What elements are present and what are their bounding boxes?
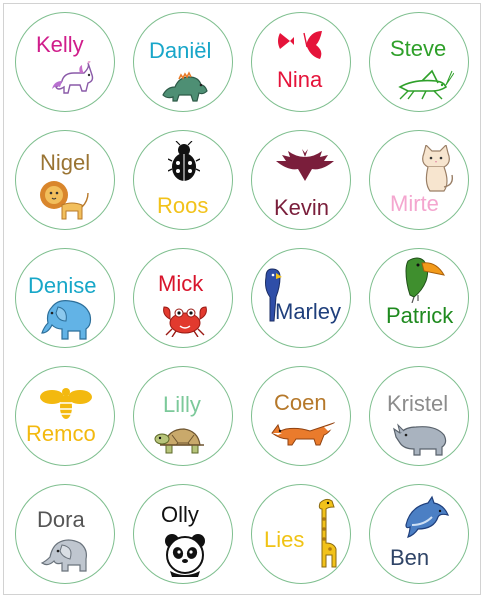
- dinosaur-icon: [162, 71, 208, 102]
- sticker-name: Remco: [26, 421, 96, 446]
- sticker-dora: Dora: [15, 484, 115, 584]
- sticker-name: Denise: [28, 273, 97, 298]
- sticker-lies: Lies: [251, 484, 351, 584]
- lion-icon: [40, 181, 89, 220]
- sticker-marley: Marley: [251, 248, 351, 348]
- elephant-icon: [41, 300, 92, 340]
- sticker-name: Steve: [390, 36, 447, 61]
- sticker-name: Marley: [275, 299, 342, 324]
- ladybug-icon: [168, 141, 200, 181]
- grasshopper-icon: [398, 69, 454, 100]
- turtle-icon: [154, 428, 204, 454]
- bee-icon: [40, 388, 92, 419]
- sticker-remco: Remco: [15, 366, 115, 466]
- sticker-name: Daniël: [149, 38, 212, 63]
- sticker-name: Nigel: [40, 150, 91, 175]
- sticker-name: Nina: [277, 67, 323, 92]
- panda-icon: [165, 534, 205, 577]
- sticker-denise: Denise: [15, 248, 115, 348]
- unicorn-icon: [52, 61, 94, 94]
- rhino-icon: [393, 423, 447, 456]
- bat-icon: [276, 149, 334, 181]
- baby-elephant-icon: [40, 539, 87, 572]
- butterfly-icon: [278, 31, 322, 59]
- fox-icon: [271, 421, 338, 446]
- sticker-steve: Steve: [369, 12, 469, 112]
- sticker-nina: Nina: [251, 12, 351, 112]
- sticker-ben: Ben: [369, 484, 469, 584]
- toucan-icon: [405, 257, 445, 303]
- sticker-name: Dora: [37, 507, 85, 532]
- sticker-kelly: Kelly: [15, 12, 115, 112]
- crab-icon: [163, 306, 207, 337]
- sticker-name: Lies: [264, 527, 305, 552]
- sticker-kristel: Kristel: [369, 366, 469, 466]
- sticker-name: Olly: [161, 502, 199, 527]
- sticker-name: Roos: [157, 193, 209, 218]
- sticker-kevin: Kevin: [251, 130, 351, 230]
- sticker-patrick: Patrick: [369, 248, 469, 348]
- sticker-name: Coen: [274, 390, 327, 415]
- sticker-mirte: Mirte: [369, 130, 469, 230]
- sticker-name: Patrick: [386, 303, 454, 328]
- sticker-olly: Olly: [133, 484, 233, 584]
- sticker-name: Lilly: [163, 392, 201, 417]
- sticker-name: Mick: [158, 271, 204, 296]
- sticker-name: Kelly: [36, 32, 84, 57]
- giraffe-icon: [318, 498, 337, 568]
- cat-icon: [422, 145, 454, 192]
- sticker-name: Mirte: [390, 191, 439, 216]
- sticker-roos: Roos: [133, 130, 233, 230]
- sticker-daniel: Daniël: [133, 12, 233, 112]
- sticker-coen: Coen: [251, 366, 351, 466]
- sticker-name: Kristel: [387, 391, 449, 416]
- sticker-name: Kevin: [274, 195, 330, 220]
- sticker-lilly: Lilly: [133, 366, 233, 466]
- sticker-mick: Mick: [133, 248, 233, 348]
- sticker-name: Ben: [390, 545, 430, 570]
- dolphin-icon: [405, 495, 449, 538]
- sticker-nigel: Nigel: [15, 130, 115, 230]
